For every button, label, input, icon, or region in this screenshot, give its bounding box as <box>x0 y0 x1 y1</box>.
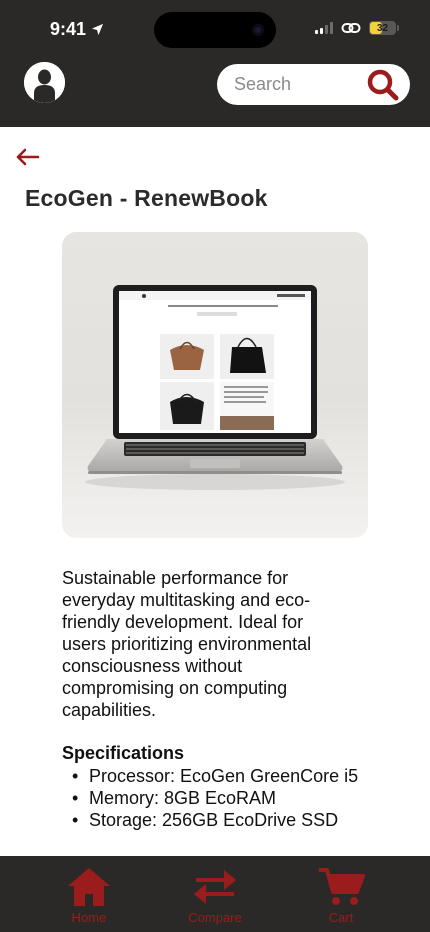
location-arrow-icon <box>91 23 104 36</box>
link-icon <box>341 23 361 33</box>
specifications-list: Processor: EcoGen GreenCore i5 Memory: 8… <box>62 765 362 831</box>
tab-compare[interactable]: Compare <box>170 856 260 932</box>
home-icon <box>68 868 110 906</box>
status-icons: 32 <box>315 21 399 35</box>
spec-item: Processor: EcoGen GreenCore i5 <box>62 765 362 787</box>
tab-compare-label: Compare <box>188 910 242 925</box>
dynamic-island <box>154 12 276 48</box>
cellular-signal-icon <box>315 22 333 34</box>
profile-avatar[interactable] <box>24 62 65 103</box>
spec-item: Memory: 8GB EcoRAM <box>62 787 362 809</box>
bottom-tab-bar: Home Compare Cart <box>0 856 430 932</box>
search-bar[interactable] <box>217 64 410 105</box>
tab-home[interactable]: Home <box>44 856 134 932</box>
product-description: Sustainable performance for everyday mul… <box>62 568 312 720</box>
cart-icon <box>319 868 365 905</box>
product-image <box>62 232 368 538</box>
specifications-heading: Specifications <box>62 743 185 763</box>
tab-cart-label: Cart <box>328 910 354 925</box>
product-title: EcoGen - RenewBook <box>25 185 268 211</box>
app-header: 9:41 32 <box>0 0 430 127</box>
compare-icon <box>194 870 236 904</box>
status-time: 9:41 <box>50 19 104 40</box>
search-icon[interactable] <box>366 68 400 102</box>
laptop-illustration <box>85 285 345 490</box>
tab-cart[interactable]: Cart <box>296 856 386 932</box>
search-input[interactable] <box>234 74 354 95</box>
tab-home-label: Home <box>71 910 107 925</box>
back-arrow-icon[interactable] <box>14 146 40 168</box>
spec-item: Storage: 256GB EcoDrive SSD <box>62 809 362 831</box>
user-icon <box>24 62 65 103</box>
battery-icon: 32 <box>369 21 399 35</box>
